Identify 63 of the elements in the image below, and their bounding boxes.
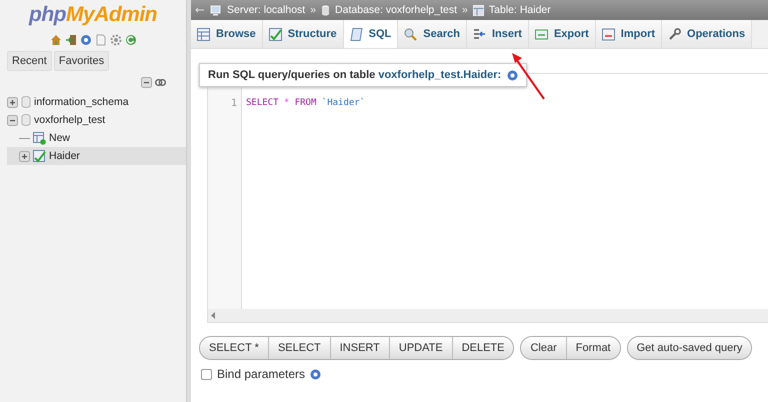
exit-icon[interactable] [64,34,76,46]
database-icon [321,4,330,16]
settings-icon[interactable] [110,34,122,46]
link-icon[interactable] [155,79,166,86]
breadcrumb-link[interactable]: Table: Haider [488,4,551,16]
wrench-icon [668,28,682,40]
query-button[interactable]: SELECT * [200,337,269,359]
collapse-icon[interactable] [141,77,152,88]
database-icon [21,114,31,126]
checkmark-table-icon [268,28,282,40]
tree-item[interactable]: voxforhelp_test [34,114,106,126]
reload-icon[interactable] [124,34,136,46]
annotation-arrow [511,52,547,100]
checkbox[interactable] [201,368,212,380]
export-icon [534,28,548,40]
new-table-icon [33,132,46,144]
insert-icon [472,28,486,40]
help-icon[interactable] [507,70,518,80]
server-icon [210,4,222,16]
document-icon [350,28,363,40]
sidebar-tab[interactable]: Favorites [54,51,110,71]
phpmyadmin-logo[interactable]: phpMyAdmin [29,3,157,27]
breadcrumb-link[interactable]: Database: voxforhelp_test [335,4,458,16]
tree-item[interactable]: Haider [49,150,80,162]
back-arrow-icon[interactable] [195,6,205,14]
breadcrumb-link[interactable]: Server: localhost [227,4,306,16]
query-button[interactable]: UPDATE [390,337,453,359]
grid-icon [197,28,210,40]
search-icon [404,28,418,40]
help-icon[interactable] [80,34,92,46]
code-line: SELECT * FROM `Haider` [246,98,366,108]
checkbox-label: Bind parameters [217,367,306,381]
table-icon [472,4,484,16]
tab[interactable]: SQL [344,20,398,48]
horizontal-scrollbar[interactable] [208,309,768,322]
tab[interactable]: Export [528,20,596,48]
sidebar-tab[interactable]: Recent [7,51,52,71]
scroll-left-icon[interactable] [211,312,216,319]
table-icon [33,150,46,162]
query-button[interactable]: INSERT [330,337,390,359]
tab[interactable]: Insert [466,20,529,48]
database-icon [21,96,31,108]
line-number: 1 [230,98,238,109]
query-button[interactable]: DELETE [452,337,514,359]
breadcrumb-separator: » [310,4,316,16]
tree-item[interactable]: information_schema [34,96,129,108]
tab[interactable]: Search [398,20,467,48]
query-button[interactable]: Clear [521,337,567,359]
import-icon [602,28,615,40]
query-button[interactable]: Get auto-saved query [628,337,752,359]
home-icon[interactable] [50,34,62,46]
tab[interactable]: Browse [191,20,263,48]
help-icon[interactable] [310,368,322,380]
collapse-icon[interactable] [7,114,18,126]
tab[interactable]: Import [596,20,662,48]
expand-icon[interactable] [7,96,18,108]
tab[interactable]: Operations [662,20,752,48]
expand-icon[interactable] [19,150,30,162]
tree-item[interactable]: New [49,132,70,144]
query-button[interactable]: SELECT [268,337,331,359]
query-button[interactable]: Format [566,337,620,359]
tab[interactable]: Structure [262,20,344,48]
breadcrumb-separator: » [462,4,468,16]
